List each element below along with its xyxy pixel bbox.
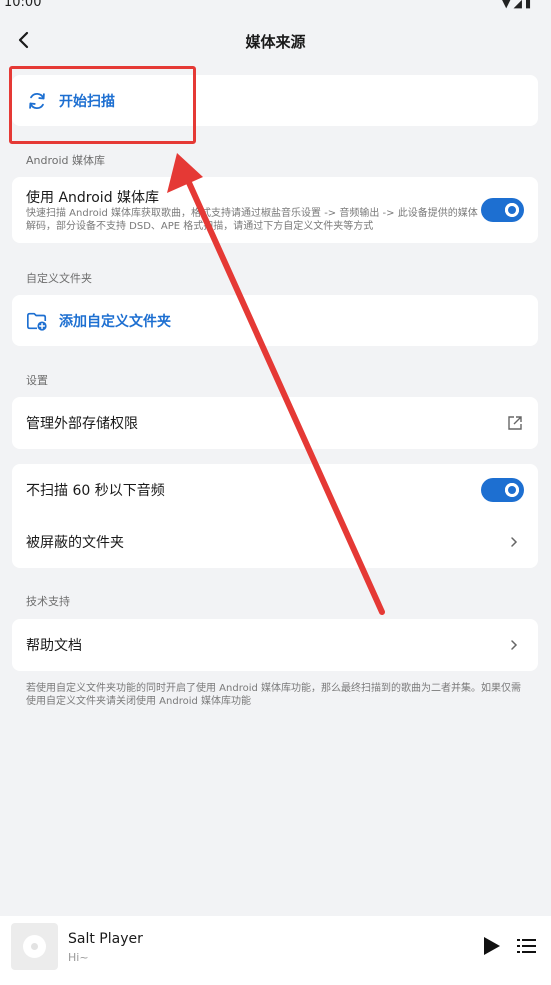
annotation-highlight-box xyxy=(9,66,196,144)
section-title-custom-folder: 自定义文件夹 xyxy=(26,272,92,285)
use-android-library-toggle[interactable] xyxy=(481,198,524,222)
support-note: 若使用自定义文件夹功能的同时开启了使用 Android 媒体库功能，那么最终扫描… xyxy=(26,683,522,707)
play-icon[interactable] xyxy=(481,935,503,957)
section-title-settings: 设置 xyxy=(26,374,48,387)
add-custom-folder-button[interactable]: 添加自定义文件夹 xyxy=(12,295,538,346)
help-docs-label: 帮助文档 xyxy=(26,638,82,654)
scan-settings-card: 不扫描 60 秒以下音频 被屏蔽的文件夹 xyxy=(12,464,538,568)
add-custom-folder-label: 添加自定义文件夹 xyxy=(59,314,171,330)
chevron-right-icon xyxy=(511,640,518,650)
page-title: 媒体来源 xyxy=(245,33,306,51)
mini-player[interactable]: Salt Player Hi~ xyxy=(0,916,551,985)
help-docs-row[interactable]: 帮助文档 xyxy=(12,619,538,671)
chevron-right-icon xyxy=(511,537,518,547)
skip-short-audio-label: 不扫描 60 秒以下音频 xyxy=(26,483,165,499)
signal-icon: ◢ xyxy=(513,0,522,10)
battery-icon: ▮ xyxy=(524,0,531,10)
manage-storage-permission-row[interactable]: 管理外部存储权限 xyxy=(12,397,538,449)
blocked-folders-label: 被屏蔽的文件夹 xyxy=(26,535,124,551)
playlist-icon[interactable] xyxy=(517,937,537,955)
open-external-icon xyxy=(508,416,522,430)
top-app-bar: 媒体来源 xyxy=(0,22,551,60)
use-android-library-description: 快速扫描 Android 媒体库获取歌曲，格式支持请通过椒盐音乐设置 -> 音频… xyxy=(26,208,478,232)
section-title-android: Android 媒体库 xyxy=(26,154,106,167)
manage-storage-permission-label: 管理外部存储权限 xyxy=(26,416,138,432)
status-bar: 10:00 ▼ ◢ ▮ xyxy=(0,0,551,12)
player-subtitle: Hi~ xyxy=(68,951,89,964)
use-android-library-row[interactable]: 使用 Android 媒体库 快速扫描 Android 媒体库获取歌曲，格式支持… xyxy=(12,177,538,243)
player-title: Salt Player xyxy=(68,931,143,947)
album-cover xyxy=(11,923,58,970)
skip-short-audio-toggle[interactable] xyxy=(481,478,524,502)
status-time: 10:00 xyxy=(4,0,42,10)
disc-icon xyxy=(23,935,46,958)
wifi-icon: ▼ xyxy=(502,0,511,10)
skip-short-audio-row[interactable]: 不扫描 60 秒以下音频 xyxy=(12,464,538,516)
use-android-library-label: 使用 Android 媒体库 xyxy=(26,190,160,206)
section-title-support: 技术支持 xyxy=(26,595,70,608)
add-folder-icon xyxy=(27,312,47,331)
status-icons: ▼ ◢ ▮ xyxy=(502,0,531,10)
blocked-folders-row[interactable]: 被屏蔽的文件夹 xyxy=(12,516,538,568)
